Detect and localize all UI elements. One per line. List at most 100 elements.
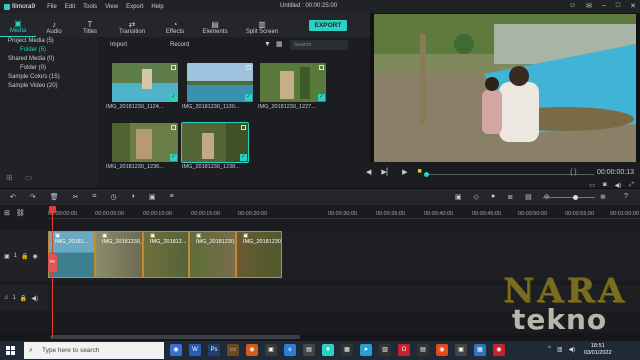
tab-titles[interactable]: T Titles [72,20,108,37]
library-item-sample-video[interactable]: Sample Video (20) [0,82,98,91]
menu-view[interactable]: View [105,4,118,10]
minimize-icon[interactable]: – [602,2,606,10]
volume-tray-icon[interactable]: ◀) [569,346,576,353]
app-icon-17[interactable]: ▦ [474,344,486,356]
help-icon[interactable]: ? [624,193,628,200]
record-dropdown[interactable]: Record [170,42,230,48]
zoom-in-icon[interactable]: ⊕ [600,193,606,201]
telegram-app-icon[interactable]: ➤ [360,344,372,356]
color-icon[interactable]: ◑ [131,193,135,201]
taskbar-search-input[interactable]: ⌕ Type here to search [24,342,164,359]
word-app-icon[interactable]: W [189,344,201,356]
library-item-sample-colors[interactable]: Sample Colors (15) [0,73,98,82]
app-icon-14[interactable]: ▤ [417,344,429,356]
media-search-input[interactable]: Search [290,40,348,50]
grid-view-icon[interactable]: ▦ [276,40,283,48]
close-icon[interactable]: ✕ [630,2,636,10]
media-clip-3[interactable]: ✓ [260,63,326,102]
speaker-icon[interactable]: ◀) [31,295,38,302]
menu-file[interactable]: File [47,4,57,10]
stop-icon[interactable]: ■ [418,168,422,176]
opera-app-icon[interactable]: O [398,344,410,356]
file-explorer-app-icon[interactable]: ▭ [227,344,239,356]
export-button[interactable]: EXPORT [309,20,347,31]
library-item-folder-5[interactable]: Folder (5) [0,46,98,55]
tab-transition[interactable]: ⇄ Transition [108,20,156,37]
detach-icon[interactable]: ▤ [525,193,532,201]
crop-icon[interactable]: ⌗ [93,193,97,201]
filter-icon[interactable]: ▼ [264,41,271,48]
playhead-split-marker[interactable]: ✂ [48,254,57,272]
lock-icon[interactable]: 🔒 [21,253,28,260]
media-clip-4[interactable]: ✓ [112,123,178,162]
app-icon-8[interactable]: ▤ [303,344,315,356]
step-back-icon[interactable]: ▶▏ [381,168,392,176]
timeline-clip-4[interactable]: IMG_20181230_12... [189,231,236,278]
app-icon-18[interactable]: ◉ [493,344,505,356]
media-clip-5[interactable]: ✓ [181,122,249,163]
app-icon-16[interactable]: ▣ [455,344,467,356]
timeline-clip-3[interactable]: IMG_201812... [143,231,189,278]
undo-icon[interactable]: ↶ [10,193,16,201]
filmora-app-icon[interactable]: ▼ [322,344,334,356]
timeline-playhead[interactable]: ✂ [48,206,57,338]
library-item-project-media[interactable]: Project Media (5) [0,37,98,46]
lock-icon[interactable]: 🔒 [20,295,27,302]
media-clip-1[interactable]: ✓ [112,63,178,102]
photoshop-app-icon[interactable]: Ps [208,344,220,356]
open-folder-icon[interactable]: ▭ [25,173,33,182]
playhead-handle[interactable] [49,206,56,213]
new-folder-icon[interactable]: ⊞ [6,173,13,182]
taskbar-clock[interactable]: 18:51 03/01/2022 [584,343,612,357]
add-track-icon[interactable]: ⊞ [4,209,10,217]
network-icon[interactable]: ▥ [557,346,563,353]
menu-help[interactable]: Help [151,4,163,10]
mic-icon[interactable]: ● [491,193,495,201]
delete-icon[interactable]: 🗑 [50,193,59,201]
render-icon[interactable]: ▣ [455,193,462,201]
edge-app-icon[interactable]: e [284,344,296,356]
app-icon-15[interactable]: ◉ [436,344,448,356]
redo-icon[interactable]: ↷ [30,193,36,201]
app-icon-10[interactable]: ▦ [341,344,353,356]
mail-icon[interactable]: ✉ [586,2,592,10]
app-icon-12[interactable]: ▥ [379,344,391,356]
eye-icon[interactable]: ◉ [33,253,38,260]
tab-elements[interactable]: ▤ Elements [194,20,236,37]
speed-icon[interactable]: ◷ [110,193,116,201]
tab-split-screen[interactable]: ▥ Split Screen [236,20,288,37]
timeline-ruler[interactable]: 00:00:00:00 00:00:05:00 00:00:10:00 00:0… [48,205,640,219]
mark-in-out[interactable]: { } [570,169,577,176]
skip-back-icon[interactable]: ◀ [366,168,371,176]
zoom-slider[interactable] [543,195,595,200]
menu-edit[interactable]: Edit [65,4,75,10]
menu-tools[interactable]: Tools [83,4,97,10]
maximize-icon[interactable]: □ [616,2,620,10]
import-dropdown[interactable]: Import [110,42,162,48]
scrubber-handle[interactable] [424,172,429,177]
menu-export[interactable]: Export [126,4,143,10]
library-item-folder-0[interactable]: Folder (0) [0,64,98,73]
preview-scrubber[interactable] [424,172,594,177]
timeline-clip-2[interactable]: IMG_20181230_1... [95,231,143,278]
cut-icon[interactable]: ✂ [73,193,79,201]
play-icon[interactable]: ▶ [402,168,407,176]
windows-start-icon[interactable] [6,346,15,355]
scrollbar-thumb[interactable] [50,335,300,339]
mixer-icon[interactable]: ≣ [507,193,513,201]
library-item-shared-media[interactable]: Shared Media (0) [0,55,98,64]
firefox-app-icon[interactable]: ◉ [246,344,258,356]
marker-icon[interactable]: ◇ [474,193,479,201]
tray-chevron-icon[interactable]: ^ [548,346,551,353]
tab-media[interactable]: ▣ Media [0,19,36,37]
audio-mixer-icon[interactable]: ≡ [169,193,173,201]
timeline-clip-5[interactable]: IMG_20181230_12... [236,231,282,278]
chrome-app-icon[interactable]: ◉ [170,344,182,356]
link-icon[interactable]: ⛓ [16,209,25,217]
zoom-handle[interactable] [573,195,578,200]
app-icon-6[interactable]: ▣ [265,344,277,356]
media-clip-2[interactable]: ✓ [187,63,253,102]
green-screen-icon[interactable]: ▣ [149,193,156,201]
account-icon[interactable]: ☺ [569,2,576,10]
preview-video-frame[interactable] [374,14,636,162]
